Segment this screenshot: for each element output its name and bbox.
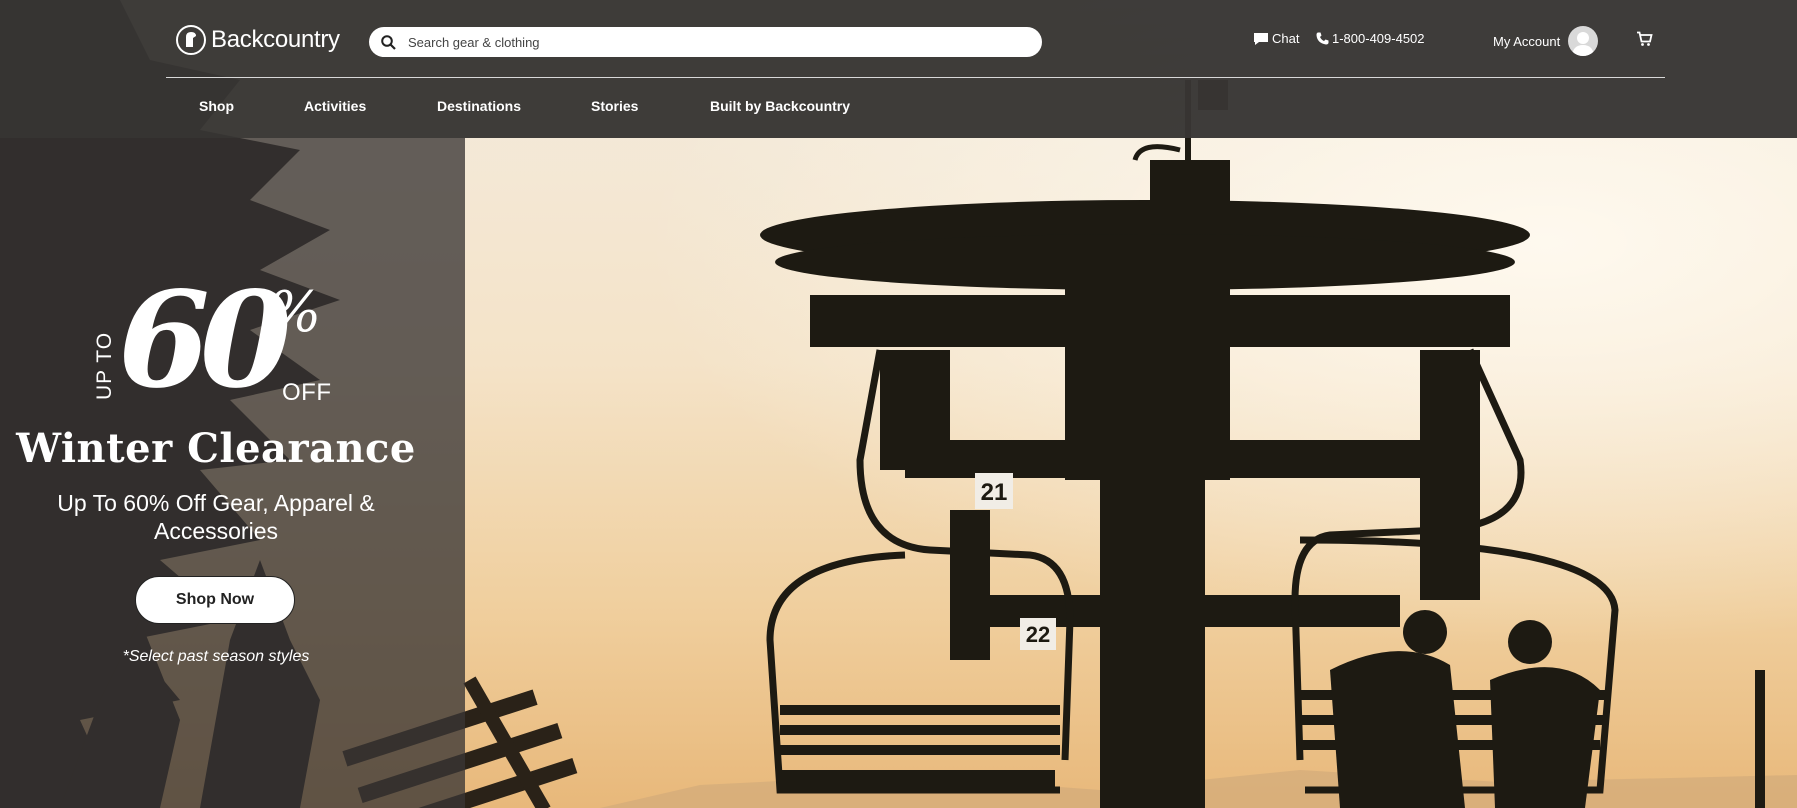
- promo-disclaimer: *Select past season styles: [122, 648, 310, 665]
- chair-number-21: 21: [981, 479, 1008, 506]
- promo-headline: Winter Clearance: [16, 425, 416, 472]
- search-input[interactable]: [406, 33, 1010, 51]
- promo-off: OFF: [282, 379, 332, 406]
- chair-number-22: 22: [1026, 622, 1050, 647]
- promo-up-to: UP TO: [93, 331, 116, 400]
- promo-percent-number: 60: [118, 263, 292, 418]
- nav-stories[interactable]: Stories: [591, 98, 638, 114]
- promo-percent-sign: %: [268, 280, 322, 345]
- my-account-label: My Account: [1493, 33, 1561, 49]
- search-bar: [369, 27, 1042, 57]
- nav-built-by-backcountry[interactable]: Built by Backcountry: [710, 98, 850, 114]
- promo-panel-bg: [0, 138, 465, 808]
- chat-link[interactable]: Chat: [1253, 31, 1299, 46]
- my-account-link[interactable]: My Account: [1493, 26, 1599, 56]
- phone-link[interactable]: 1-800-409-4502: [1316, 31, 1425, 46]
- cart-icon: [1636, 31, 1653, 47]
- chat-icon: [1253, 32, 1269, 46]
- phone-icon: [1316, 32, 1329, 45]
- promo-subhead: Up To 60% Off Gear, Apparel & Accessorie…: [57, 490, 375, 544]
- avatar-icon: [1568, 26, 1599, 56]
- cart-button[interactable]: [1636, 31, 1653, 47]
- promo-panel: UP TO 60 % OFF Winter Clearance Up To 60…: [0, 0, 465, 808]
- chat-label: Chat: [1272, 31, 1300, 46]
- phone-number: 1-800-409-4502: [1332, 31, 1425, 46]
- shop-now-button[interactable]: Shop Now: [135, 576, 295, 624]
